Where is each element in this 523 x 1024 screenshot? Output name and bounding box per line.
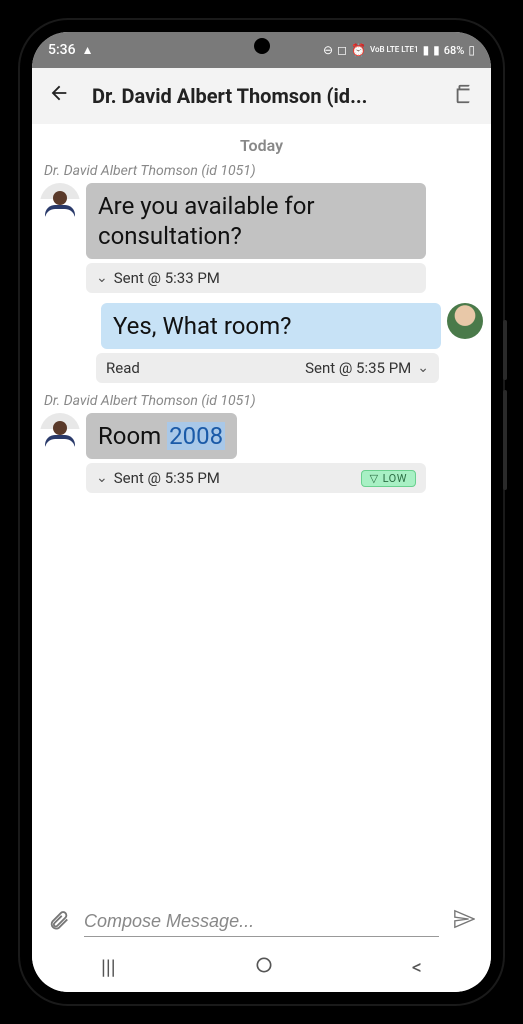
message-bubble[interactable]: Are you available for consultation? [86,183,426,259]
network-labels: VoB LTE LTE1 [370,46,419,54]
clipboard-icon [453,83,475,105]
message-meta[interactable]: ⌄ Sent @ 5:33 PM [86,263,426,293]
chevron-down-icon: ⌄ [96,470,108,486]
message-row: Yes, What room? [40,303,483,349]
battery-icon: ▯ [468,43,475,57]
system-nav-bar: ||| < [32,946,491,992]
attach-button[interactable] [44,904,74,940]
chevron-down-icon: ⌄ [96,270,108,286]
priority-down-icon: ▽ [370,472,379,485]
message-bubble[interactable]: Room 2008 [86,413,237,459]
avatar[interactable] [40,413,80,453]
sender-label: Dr. David Albert Thomson (id 1051) [44,393,483,409]
sent-time: Sent @ 5:33 PM [114,269,220,287]
sender-label: Dr. David Albert Thomson (id 1051) [44,163,483,179]
message-text-prefix: Room [98,422,167,450]
priority-label: LOW [383,472,407,485]
alarm-icon: ⏰ [351,43,366,57]
avatar[interactable] [447,303,483,339]
back-nav-button[interactable]: < [388,947,446,987]
sent-time: Sent @ 5:35 PM [114,469,220,487]
avatar[interactable] [40,183,80,223]
sent-time: Sent @ 5:35 PM [305,359,411,377]
message-bubble[interactable]: Yes, What room? [101,303,441,349]
arrow-left-icon [48,82,70,104]
battery-percent: 68% [444,44,465,57]
app-header: Dr. David Albert Thomson (id... [32,68,491,124]
paperclip-icon [48,908,70,930]
copy-chat-button[interactable] [445,75,483,117]
priority-badge: ▽ LOW [361,470,416,487]
page-title: Dr. David Albert Thomson (id... [92,84,431,108]
warning-icon: ▲ [82,43,94,57]
signal-icon-2: ▮ [433,43,440,57]
side-button-2 [503,390,507,490]
home-circle-icon [254,955,274,975]
home-button[interactable] [230,947,298,988]
date-separator: Today [40,136,483,155]
signal-icon-1: ▮ [423,43,430,57]
compose-input[interactable] [84,911,439,932]
compose-input-wrap [84,907,439,937]
screen: 5:36 ▲ ⊖ ◻ ⏰ VoB LTE LTE1 ▮ ▮ 68% ▯ Dr. … [32,32,491,992]
message-highlight: 2008 [167,422,225,450]
phone-frame: 5:36 ▲ ⊖ ◻ ⏰ VoB LTE LTE1 ▮ ▮ 68% ▯ Dr. … [20,20,503,1004]
chevron-down-icon: ⌄ [417,360,429,376]
recent-apps-button[interactable]: ||| [77,947,140,987]
vpn-icon: ⊖ [323,43,333,57]
message-meta[interactable]: Read Sent @ 5:35 PM ⌄ [96,353,439,383]
side-button-1 [503,320,507,380]
send-button[interactable] [449,904,479,940]
message-row: Are you available for consultation? [40,183,483,259]
status-time: 5:36 [48,42,76,58]
message-row: Room 2008 [40,413,483,459]
compose-bar [32,896,491,946]
message-meta[interactable]: ⌄ Sent @ 5:35 PM ▽ LOW [86,463,426,493]
nfc-icon: ◻ [337,43,347,57]
read-status: Read [106,359,140,377]
camera-notch [254,38,270,54]
chat-scroll[interactable]: Today Dr. David Albert Thomson (id 1051)… [32,124,491,896]
back-button[interactable] [40,74,78,118]
send-icon [453,908,475,930]
